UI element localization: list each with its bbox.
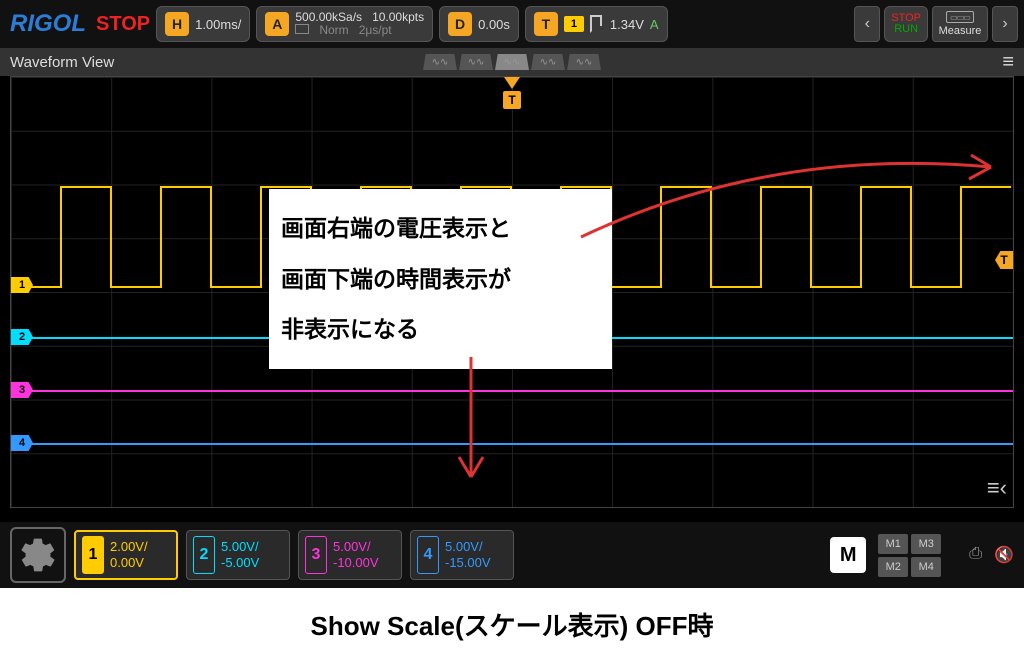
ch4-marker[interactable]: 4	[11, 435, 33, 451]
ch4-box[interactable]: 4 5.00V/ -15.00V	[410, 530, 514, 580]
delay-value: 0.00s	[478, 17, 510, 32]
waveform-header: Waveform View ∿∿ ∿∿ ∿∿ ∿∿ ∿∿ ≡	[0, 48, 1024, 76]
ch1-number: 1	[82, 536, 104, 574]
trigger-control[interactable]: T 1 1.34V A	[525, 6, 668, 42]
top-bar: RIGOL STOP H 1.00ms/ A 500.00kSa/s 10.00…	[0, 0, 1024, 48]
timebase-control[interactable]: H 1.00ms/	[156, 6, 250, 42]
measure-label: Measure	[939, 25, 982, 37]
usb-icon[interactable]: ⎙	[969, 545, 982, 565]
run-status: STOP	[96, 13, 150, 36]
math-grid: M1 M3 M2 M4	[878, 534, 941, 577]
acq-mode-icon	[295, 24, 309, 34]
oscilloscope-screen: RIGOL STOP H 1.00ms/ A 500.00kSa/s 10.00…	[0, 0, 1024, 588]
ch2-offset: -5.00V	[221, 555, 259, 571]
waveform-title: Waveform View	[10, 54, 114, 71]
delay-icon: D	[448, 12, 472, 36]
trigger-level: 1.34V	[610, 17, 644, 32]
timebase-icon: H	[165, 12, 189, 36]
settings-gear-button[interactable]	[10, 527, 66, 583]
ch4-scale: 5.00V/	[445, 539, 491, 555]
waveform-menu-icon[interactable]: ≡	[1002, 51, 1014, 74]
timebase-value: 1.00ms/	[195, 17, 241, 32]
overview-tabs[interactable]: ∿∿ ∿∿ ∿∿ ∿∿ ∿∿	[423, 54, 601, 70]
m1-button[interactable]: M1	[878, 534, 908, 554]
ch3-scale: 5.00V/	[333, 539, 379, 555]
collapse-icon[interactable]: ≡‹	[987, 475, 1007, 501]
ch2-marker[interactable]: 2	[11, 329, 33, 345]
ch3-number: 3	[305, 536, 327, 574]
annotation-line1: 画面右端の電圧表示と	[281, 203, 600, 254]
trigger-icon: T	[534, 12, 558, 36]
annotation-box: 画面右端の電圧表示と 画面下端の時間表示が 非表示になる	[269, 189, 612, 369]
delay-control[interactable]: D 0.00s	[439, 6, 519, 42]
math-button[interactable]: M	[830, 537, 866, 573]
ch3-marker[interactable]: 3	[11, 382, 33, 398]
ch2-number: 2	[193, 536, 215, 574]
acquire-icon: A	[265, 12, 289, 36]
stop-run-button[interactable]: STOP RUN	[884, 6, 928, 42]
run-label: RUN	[891, 24, 921, 35]
trigger-t-badge[interactable]: T	[503, 91, 521, 109]
annotation-line3: 非表示になる	[281, 304, 600, 355]
gear-icon	[18, 535, 58, 575]
mute-icon[interactable]: 🔇	[994, 545, 1014, 565]
trigger-position-marker[interactable]	[504, 77, 520, 89]
nav-prev-button[interactable]: ‹	[854, 6, 880, 42]
ch1-offset: 0.00V	[110, 555, 148, 571]
ch2-scale: 5.00V/	[221, 539, 259, 555]
ch2-box[interactable]: 2 5.00V/ -5.00V	[186, 530, 290, 580]
measure-icon: ▭▭▭	[946, 11, 974, 23]
annotation-line2: 画面下端の時間表示が	[281, 254, 600, 305]
waveform-ch4	[11, 443, 1013, 445]
acq-resolution: 2μs/pt	[359, 24, 392, 37]
m3-button[interactable]: M3	[911, 534, 941, 554]
figure-caption: Show Scale(スケール表示) OFF時	[0, 588, 1024, 661]
m4-button[interactable]: M4	[911, 557, 941, 577]
ch3-box[interactable]: 3 5.00V/ -10.00V	[298, 530, 402, 580]
ch4-number: 4	[417, 536, 439, 574]
ch3-offset: -10.00V	[333, 555, 379, 571]
ch1-box[interactable]: 1 2.00V/ 0.00V	[74, 530, 178, 580]
trigger-channel-badge: 1	[564, 16, 584, 32]
waveform-ch3	[11, 390, 1013, 392]
waveform-plot[interactable]: T T 1 2 3 4 ≡‹ 画面右端の電圧表示と 画面下端の時間表示が 非表示…	[10, 76, 1014, 508]
acq-mode: Norm	[319, 24, 348, 37]
measure-button[interactable]: ▭▭▭ Measure	[932, 6, 988, 42]
brand-logo: RIGOL	[6, 10, 90, 38]
m2-button[interactable]: M2	[878, 557, 908, 577]
trigger-coupling: A	[650, 17, 659, 32]
ch1-scale: 2.00V/	[110, 539, 148, 555]
acquire-control[interactable]: A 500.00kSa/s 10.00kpts Norm 2μs/pt	[256, 6, 433, 42]
ch4-offset: -15.00V	[445, 555, 491, 571]
nav-next-button[interactable]: ›	[992, 6, 1018, 42]
bottom-dock: 1 2.00V/ 0.00V 2 5.00V/ -5.00V 3 5.00V/ …	[0, 522, 1024, 588]
rising-edge-icon	[590, 15, 604, 33]
ch1-marker[interactable]: 1	[11, 277, 33, 293]
